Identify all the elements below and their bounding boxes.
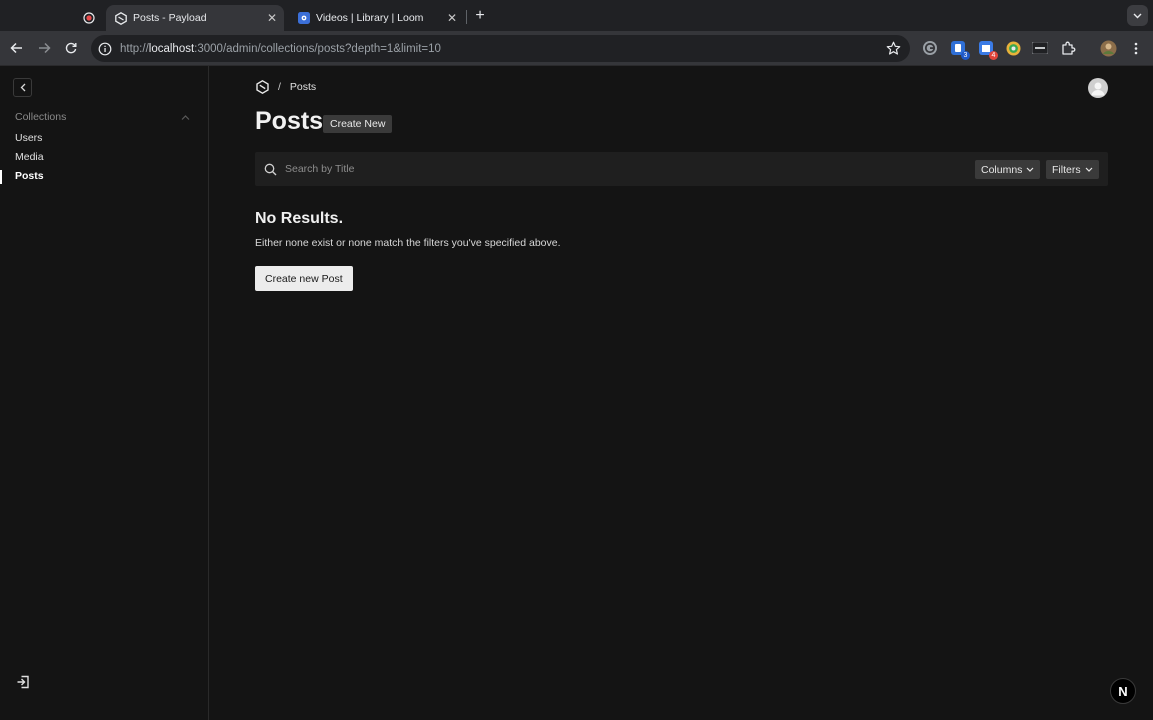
url-prefix: http:// bbox=[120, 42, 149, 55]
tab-loom[interactable]: Videos | Library | Loom ✕ bbox=[289, 5, 464, 31]
site-info-icon[interactable] bbox=[98, 42, 112, 56]
filters-button[interactable]: Filters bbox=[1046, 160, 1099, 179]
sidebar-item-posts[interactable]: Posts bbox=[15, 170, 44, 182]
sidebar-item-users[interactable]: Users bbox=[15, 132, 42, 144]
extension-calendar-icon[interactable]: 4 bbox=[977, 39, 998, 60]
breadcrumb-current: Posts bbox=[289, 81, 317, 93]
record-icon bbox=[83, 12, 95, 25]
tab-title: Posts - Payload bbox=[133, 12, 207, 24]
create-new-post-button[interactable]: Create new Post bbox=[255, 266, 353, 291]
reload-button[interactable] bbox=[60, 37, 82, 59]
puzzle-icon[interactable] bbox=[1059, 39, 1077, 57]
user-avatar-icon bbox=[1091, 82, 1105, 96]
sidebar-item-media[interactable]: Media bbox=[15, 151, 44, 163]
page-title: Posts bbox=[255, 107, 324, 135]
columns-button[interactable]: Columns bbox=[975, 160, 1041, 179]
filters-label: Filters bbox=[1052, 163, 1081, 176]
no-results-text: Either none exist or none match the filt… bbox=[255, 237, 561, 249]
chevron-down-icon bbox=[1133, 13, 1142, 18]
tab-posts-payload[interactable]: Posts - Payload ✕ bbox=[106, 5, 284, 31]
more-menu-button[interactable] bbox=[1127, 39, 1145, 57]
chevron-down-icon bbox=[1085, 167, 1093, 172]
columns-label: Columns bbox=[981, 163, 1023, 176]
arrow-right-icon bbox=[38, 42, 51, 54]
nextjs-dev-indicator[interactable]: N bbox=[1110, 678, 1136, 704]
search-icon bbox=[264, 163, 277, 176]
nav-group-label[interactable]: Collections bbox=[15, 111, 66, 123]
tab-search-button[interactable] bbox=[1127, 5, 1148, 26]
browser-toolbar: http://localhost:3000/admin/collections/… bbox=[0, 31, 1153, 66]
collapse-sidebar-button[interactable] bbox=[13, 78, 32, 97]
new-tab-button[interactable]: + bbox=[471, 7, 489, 25]
close-icon[interactable]: ✕ bbox=[264, 10, 280, 26]
extension-badge: 4 bbox=[989, 51, 998, 60]
breadcrumb-separator: / bbox=[278, 81, 281, 93]
bookmark-star-icon[interactable] bbox=[886, 41, 901, 56]
url-path: :3000/admin/collections/posts?depth=1&li… bbox=[194, 42, 441, 55]
avatar[interactable] bbox=[1088, 78, 1108, 98]
url-host: localhost bbox=[148, 42, 195, 55]
payload-admin: Collections Users Media Posts / Posts Po… bbox=[0, 66, 1153, 720]
forward-button[interactable] bbox=[33, 37, 55, 59]
profile-avatar-icon[interactable] bbox=[1099, 39, 1117, 57]
extension-blue-icon[interactable]: 3 bbox=[949, 39, 970, 60]
main-content: / Posts Posts Create New Columns Filters… bbox=[210, 66, 1153, 720]
extension-badge: 3 bbox=[961, 51, 970, 60]
arrow-left-icon bbox=[9, 42, 22, 54]
payload-logo-icon bbox=[114, 11, 127, 25]
browser-tab-bar: Posts - Payload ✕ Videos | Library | Loo… bbox=[0, 0, 1153, 31]
sidebar: Collections Users Media Posts bbox=[0, 66, 209, 720]
no-results-title: No Results. bbox=[255, 210, 344, 227]
more-vertical-icon bbox=[1134, 42, 1138, 54]
close-icon[interactable]: ✕ bbox=[444, 10, 460, 26]
breadcrumb: / Posts bbox=[256, 80, 316, 94]
tab-title: Videos | Library | Loom bbox=[316, 12, 424, 24]
create-new-button[interactable]: Create New bbox=[323, 115, 393, 133]
logout-icon[interactable] bbox=[16, 675, 30, 689]
list-controls: Columns Filters bbox=[255, 152, 1108, 186]
extension-dark-icon[interactable] bbox=[1031, 39, 1049, 57]
back-button[interactable] bbox=[5, 37, 27, 59]
tab-separator bbox=[466, 10, 467, 24]
grammarly-icon[interactable] bbox=[921, 39, 939, 57]
reload-icon bbox=[65, 42, 77, 54]
search-input[interactable] bbox=[285, 159, 965, 179]
active-indicator bbox=[0, 170, 2, 184]
chevron-down-icon bbox=[1027, 167, 1034, 172]
extension-green-icon[interactable] bbox=[1004, 39, 1022, 57]
address-bar[interactable]: http://localhost:3000/admin/collections/… bbox=[91, 35, 910, 62]
chevron-left-icon bbox=[20, 83, 25, 92]
loom-icon bbox=[297, 12, 310, 25]
url-text: http://localhost:3000/admin/collections/… bbox=[120, 43, 441, 55]
tab-recording[interactable] bbox=[75, 5, 100, 31]
payload-logo-icon[interactable] bbox=[256, 80, 269, 94]
chevron-up-icon[interactable] bbox=[181, 113, 190, 122]
